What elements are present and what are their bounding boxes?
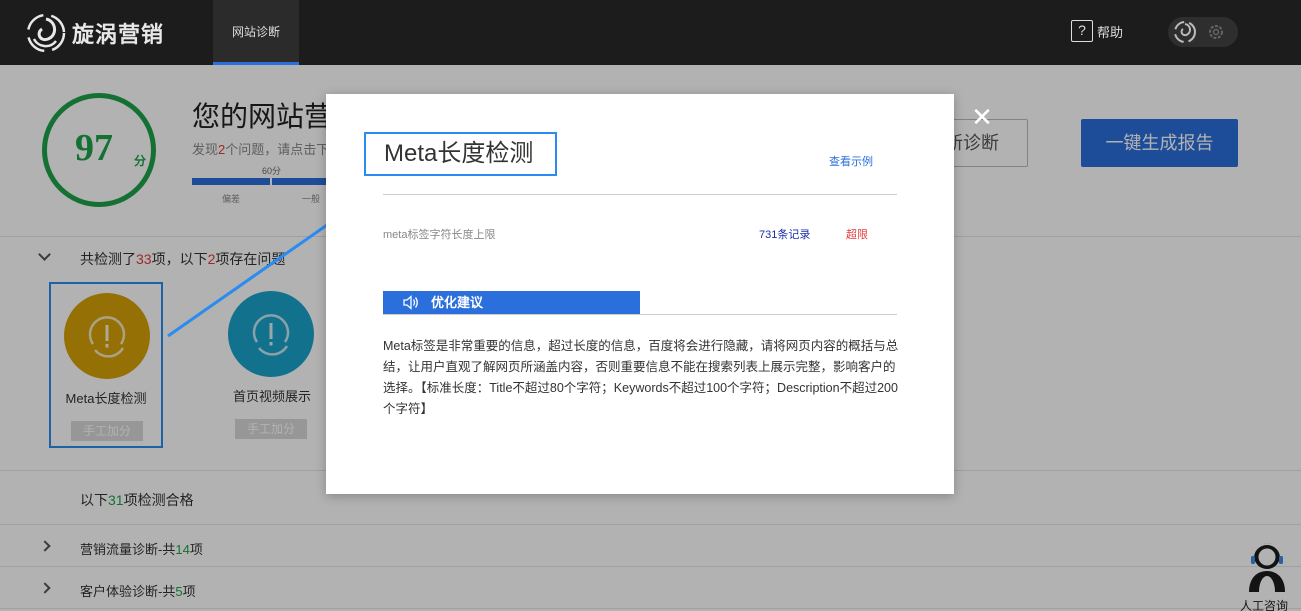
record-count-link[interactable]: 731条记录 [759,226,810,242]
logo-text: 旋涡营销 [72,22,165,47]
advice-tab[interactable]: 优化建议 [383,291,640,314]
record-status-badge: 超限 [846,229,868,241]
view-example-link[interactable]: 查看示例 [829,153,873,169]
swirl-logo-icon [26,13,66,53]
help-button[interactable]: ? 帮助 [1071,20,1123,42]
close-icon[interactable]: ✕ [969,104,995,130]
help-label: 帮助 [1097,24,1124,40]
user-menu[interactable] [1168,17,1238,47]
divider [383,194,897,195]
help-icon: ? [1071,20,1093,42]
avatar-icon [1174,21,1196,43]
divider [383,314,897,315]
meta-length-dialog: Meta长度检测 查看示例 meta标签字符长度上限 731条记录 超限 优化建… [326,94,954,494]
logo[interactable]: 旋涡营销 [24,10,164,56]
advice-tab-label: 优化建议 [431,295,484,310]
dialog-title: Meta长度检测 [364,132,557,176]
advice-text: Meta标签是非常重要的信息，超过长度的信息，百度将会进行隐藏，请将网页内容的概… [383,339,899,416]
tab-website-diagnosis[interactable]: 网站诊断 [213,0,299,65]
top-navbar: 旋涡营销 网站诊断 ? 帮助 [0,0,1301,65]
record-label: meta标签字符长度上限 [383,229,496,241]
gear-icon[interactable] [1206,22,1226,42]
speaker-icon [403,295,418,310]
